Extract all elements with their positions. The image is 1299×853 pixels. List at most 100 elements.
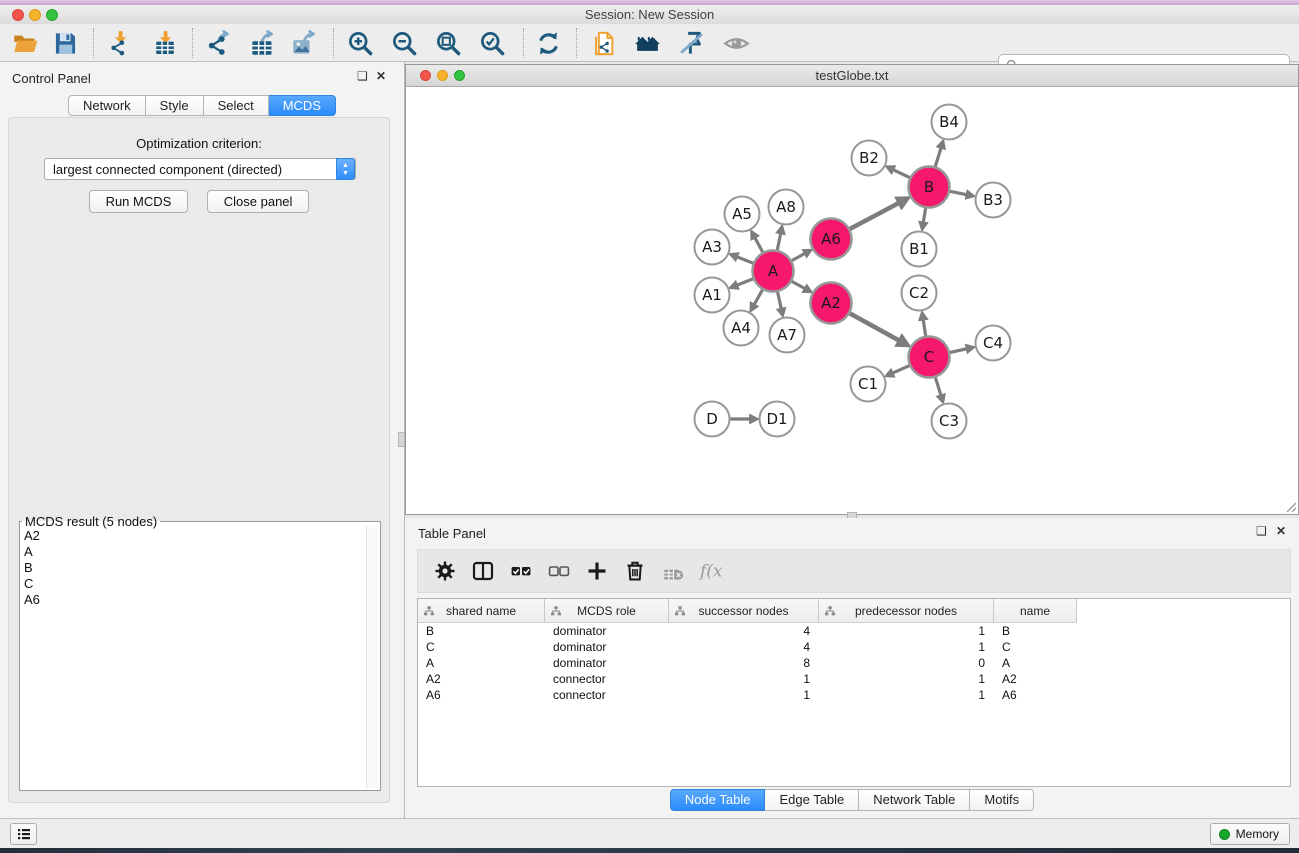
node-C2[interactable]: C2 <box>902 276 937 311</box>
edge-A-A2[interactable] <box>792 281 806 289</box>
mcds-result-list[interactable]: A2ABCA6 <box>22 528 365 787</box>
edge-A-A7[interactable] <box>778 292 782 310</box>
tab-node-table[interactable]: Node Table <box>670 789 766 811</box>
zoom-in-button[interactable] <box>342 27 378 59</box>
table-cell[interactable]: A <box>418 655 545 671</box>
criterion-select[interactable]: largest connected component (directed) ▲… <box>44 158 356 180</box>
tab-select[interactable]: Select <box>204 95 269 116</box>
network-overview-eye-button[interactable] <box>718 27 754 59</box>
edge-A-A1[interactable] <box>736 279 753 286</box>
save-button[interactable] <box>47 27 83 59</box>
table-cell[interactable]: 1 <box>819 639 994 655</box>
select-all-button[interactable] <box>502 553 540 589</box>
edge-C-C2[interactable] <box>923 318 926 335</box>
mcds-result-item[interactable]: C <box>22 576 365 592</box>
table-row[interactable]: A6connector11A6 <box>418 687 1290 703</box>
table-cell[interactable]: 1 <box>669 687 819 703</box>
node-A1[interactable]: A1 <box>695 278 730 313</box>
node-D1[interactable]: D1 <box>760 402 795 437</box>
tab-mcds[interactable]: MCDS <box>269 95 336 116</box>
node-A[interactable]: A <box>753 251 794 292</box>
resize-grip-icon[interactable] <box>1284 500 1297 513</box>
table-row[interactable]: Adominator80A <box>418 655 1290 671</box>
node-C[interactable]: C <box>909 337 950 378</box>
table-cell[interactable]: 1 <box>819 687 994 703</box>
import-table-button[interactable] <box>147 27 183 59</box>
show-columns-button[interactable] <box>464 553 502 589</box>
node-A4[interactable]: A4 <box>724 311 759 346</box>
network-graph[interactable]: B4B2BB3A8A5A6A3B1AC2A1A2A4A7C4CC1C3DD1 <box>407 88 1297 513</box>
add-row-button[interactable] <box>578 553 616 589</box>
network-document-button[interactable] <box>586 27 622 59</box>
edge-C-C4[interactable] <box>950 349 968 353</box>
table-cell[interactable]: B <box>418 623 545 639</box>
float-panel-icon[interactable]: ❑ <box>357 69 368 83</box>
table-row[interactable]: A2connector11A2 <box>418 671 1290 687</box>
node-A6[interactable]: A6 <box>811 219 852 260</box>
table-cell[interactable]: 1 <box>669 671 819 687</box>
edge-A-A6[interactable] <box>792 253 806 261</box>
column-header-MCDS-role[interactable]: MCDS role <box>545 599 669 623</box>
tab-style[interactable]: Style <box>146 95 204 116</box>
delete-row-button[interactable] <box>616 553 654 589</box>
table-cell[interactable]: 1 <box>819 623 994 639</box>
refresh-button[interactable] <box>530 27 566 59</box>
tab-motifs[interactable]: Motifs <box>970 789 1034 811</box>
table-cell[interactable]: dominator <box>545 655 669 671</box>
edge-A2-C[interactable] <box>850 313 901 341</box>
table-float-panel-icon[interactable]: ❑ <box>1256 524 1267 538</box>
edge-A-A4[interactable] <box>754 290 763 306</box>
table-options-button[interactable] <box>426 553 464 589</box>
table-cell[interactable]: connector <box>545 687 669 703</box>
mcds-result-item[interactable]: B <box>22 560 365 576</box>
column-header-shared-name[interactable]: shared name <box>418 599 545 623</box>
run-mcds-button[interactable]: Run MCDS <box>89 190 189 213</box>
table-cell[interactable]: A6 <box>418 687 545 703</box>
table-cell[interactable]: B <box>994 623 1077 639</box>
table-close-panel-icon[interactable]: ✕ <box>1276 524 1286 538</box>
edge-B-B1[interactable] <box>923 208 926 223</box>
edge-A6-B[interactable] <box>850 202 901 229</box>
node-B1[interactable]: B1 <box>902 232 937 267</box>
node-C1[interactable]: C1 <box>851 367 886 402</box>
close-panel-button[interactable]: Close panel <box>207 190 310 213</box>
table-cell[interactable]: A2 <box>418 671 545 687</box>
table-cell[interactable]: 4 <box>669 623 819 639</box>
function-builder-button[interactable]: f(x) <box>692 553 730 589</box>
node-A7[interactable]: A7 <box>770 318 805 353</box>
column-header-successor-nodes[interactable]: successor nodes <box>669 599 819 623</box>
node-D[interactable]: D <box>695 402 730 437</box>
node-C3[interactable]: C3 <box>932 404 967 439</box>
edge-B-B4[interactable] <box>935 147 941 167</box>
mcds-result-item[interactable]: A <box>22 544 365 560</box>
node-A3[interactable]: A3 <box>695 230 730 265</box>
edge-C-C3[interactable] <box>935 378 941 397</box>
edge-A-A3[interactable] <box>736 256 753 263</box>
open-folder-button[interactable] <box>7 27 43 59</box>
tab-edge-table[interactable]: Edge Table <box>765 789 859 811</box>
table-cell[interactable]: connector <box>545 671 669 687</box>
toggle-graphics-details-button[interactable] <box>673 27 709 59</box>
edge-A-A5[interactable] <box>754 237 762 253</box>
zoom-fit-button[interactable] <box>430 27 466 59</box>
column-header-predecessor-nodes[interactable]: predecessor nodes <box>819 599 994 623</box>
table-cell[interactable]: A2 <box>994 671 1077 687</box>
table-cell[interactable]: 8 <box>669 655 819 671</box>
table-cell[interactable]: dominator <box>545 639 669 655</box>
mcds-result-item[interactable]: A6 <box>22 592 365 608</box>
table-cell[interactable]: 0 <box>819 655 994 671</box>
table-cell[interactable]: dominator <box>545 623 669 639</box>
table-cell[interactable]: 1 <box>819 671 994 687</box>
table-cell[interactable]: 4 <box>669 639 819 655</box>
edge-C-C1[interactable] <box>892 366 910 374</box>
export-image-button[interactable] <box>286 27 322 59</box>
table-row[interactable]: Cdominator41C <box>418 639 1290 655</box>
mcds-result-item[interactable]: A2 <box>22 528 365 544</box>
home-button[interactable] <box>629 27 665 59</box>
node-A5[interactable]: A5 <box>725 197 760 232</box>
close-panel-icon[interactable]: ✕ <box>376 69 386 83</box>
tab-network[interactable]: Network <box>68 95 146 116</box>
zoom-selected-button[interactable] <box>474 27 510 59</box>
result-scrollbar[interactable] <box>366 526 379 788</box>
panel-divider-handle[interactable] <box>398 432 405 447</box>
